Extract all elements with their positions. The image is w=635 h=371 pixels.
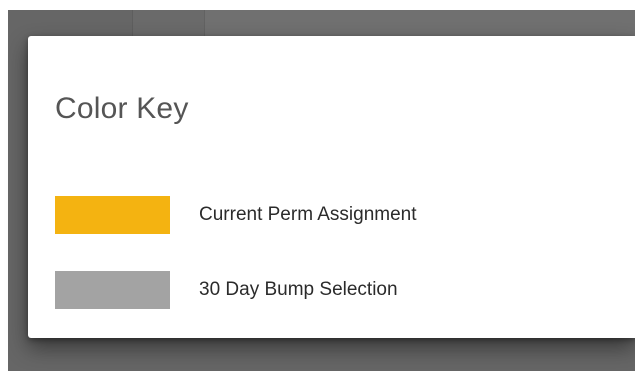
color-swatch [55, 271, 170, 309]
dialog-title: Color Key [55, 92, 189, 125]
color-key-item: Current Perm Assignment [55, 196, 615, 234]
color-key-label: Current Perm Assignment [199, 204, 417, 225]
color-key-dialog: Color Key Current Perm Assignment 30 Day… [28, 36, 635, 338]
background-panel-bottom [8, 338, 635, 371]
color-key-item: 30 Day Bump Selection [55, 271, 615, 309]
color-swatch [55, 196, 170, 234]
color-key-label: 30 Day Bump Selection [199, 279, 398, 300]
